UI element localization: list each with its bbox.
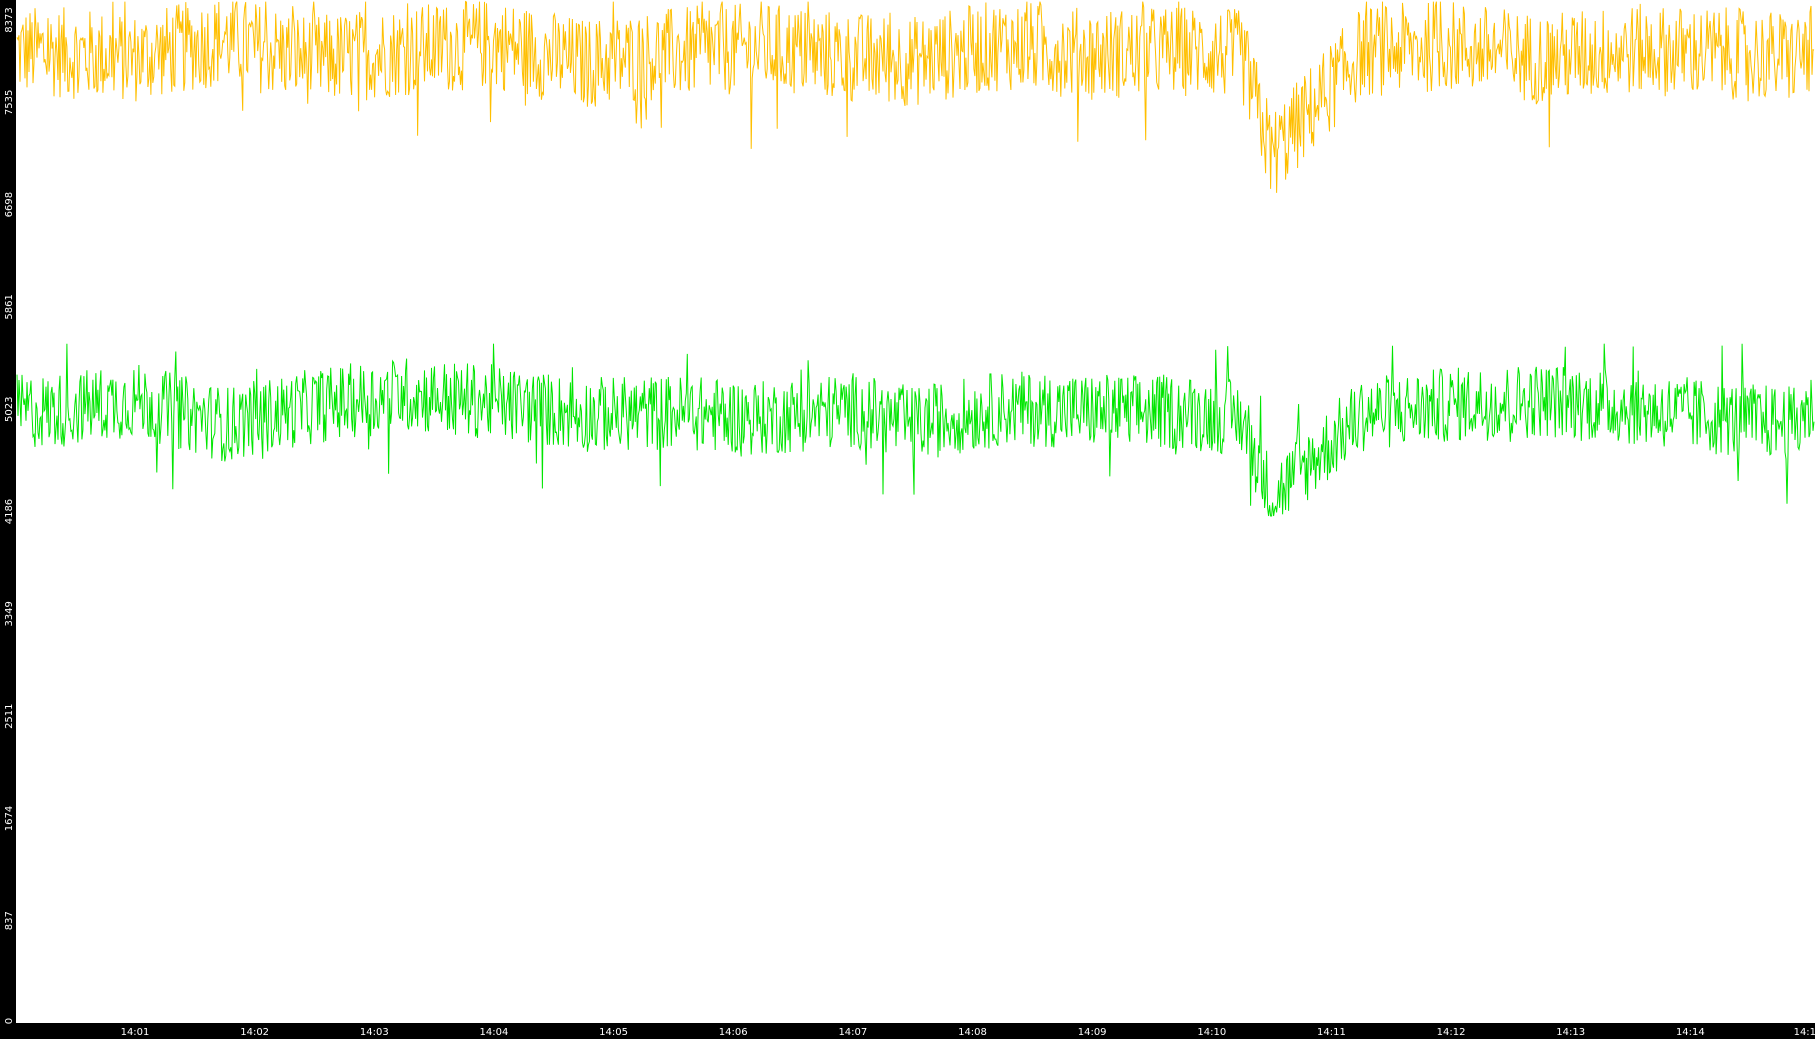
y-tick-label: 3349: [4, 601, 15, 626]
x-tick-label: 14:10: [1197, 1027, 1226, 1038]
x-tick-label: 14:14: [1676, 1027, 1705, 1038]
y-tick-labels: 0 837 1674 2511 3349 4186 5023 5861 6698 7535 8373: [4, 7, 15, 1024]
x-tick-labels: 14:01 14:02 14:03 14:04 14:05 14:06 14:07 14:08…: [121, 1027, 1815, 1038]
y-tick-label: 5861: [4, 294, 15, 319]
plot-svg: 0 837 1674 2511 3349 4186 5023 5861 6698 7535 8373…: [4, 0, 1815, 1038]
x-tick-label: 14:11: [1317, 1027, 1346, 1038]
x-tick-label: 14:05: [599, 1027, 628, 1038]
chart-area: 0 837 1674 2511 3349 4186 5023 5861 6698 7535 8373…: [0, 0, 1815, 1039]
x-tick-label: 14:06: [719, 1027, 748, 1038]
x-tick-label: 14:15: [1794, 1027, 1815, 1038]
x-tick-label: 14:03: [360, 1027, 389, 1038]
x-tick-label: 14:12: [1437, 1027, 1466, 1038]
y-tick-label: 7535: [4, 90, 15, 115]
y-tick-label: 5023: [4, 397, 15, 422]
x-tick-label: 14:04: [480, 1027, 509, 1038]
y-tick-label: 8373: [4, 7, 15, 32]
x-tick-label: 14:01: [121, 1027, 150, 1038]
x-tick-label: 14:13: [1556, 1027, 1585, 1038]
y-tick-label: 6698: [4, 192, 15, 217]
series-layer: [16, 0, 1815, 517]
y-tick-label: 4186: [4, 499, 15, 524]
x-tick-label: 14:08: [958, 1027, 987, 1038]
x-tick-label: 14:09: [1078, 1027, 1107, 1038]
y-tick-label: 837: [4, 911, 15, 930]
y-tick-label: 0: [4, 1018, 15, 1024]
x-tick-label: 14:02: [240, 1027, 269, 1038]
series-line-2: [16, 343, 1815, 517]
x-tick-label: 14:07: [838, 1027, 867, 1038]
series-line-1: [16, 0, 1815, 193]
y-tick-label: 1674: [4, 806, 15, 831]
y-tick-label: 2511: [4, 703, 15, 728]
